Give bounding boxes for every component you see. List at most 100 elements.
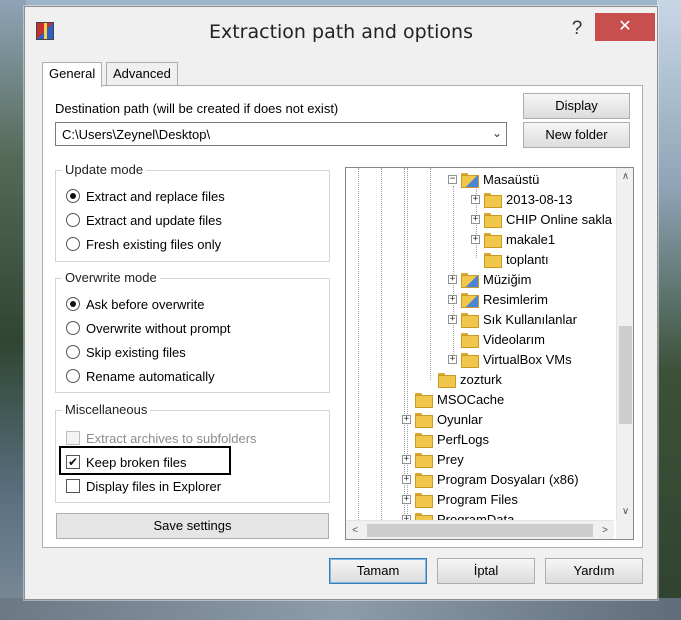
scroll-down-icon[interactable]: ∨ [617, 503, 633, 520]
overwrite-mode-title: Overwrite mode [62, 270, 160, 285]
folder-icon [415, 432, 433, 448]
update-mode-option[interactable]: Fresh existing files only [66, 234, 221, 254]
overwrite-mode-option[interactable]: Ask before overwrite [66, 294, 205, 314]
tree-item[interactable]: + CHIP Online sakla [471, 209, 612, 229]
radio-button[interactable] [66, 237, 80, 251]
option-label: Skip existing files [86, 344, 186, 360]
vertical-scrollbar[interactable]: ∧ ∨ [616, 168, 633, 520]
expand-icon[interactable]: + [402, 474, 411, 484]
radio-button[interactable] [66, 321, 80, 335]
update-mode-option[interactable]: Extract and replace files [66, 186, 225, 206]
tree-item[interactable]: + VirtualBox VMs [448, 349, 572, 369]
tree-item-label: ProgramData [437, 511, 515, 521]
horizontal-scroll-thumb[interactable] [367, 524, 593, 537]
tree-guide-line [430, 168, 431, 380]
tree-guide-line [358, 168, 359, 520]
tree-item[interactable]: toplantı [471, 249, 549, 269]
chevron-down-icon[interactable]: ⌄ [492, 126, 502, 140]
wallpaper-right [657, 0, 681, 620]
checkbox[interactable] [66, 479, 80, 493]
misc-option[interactable]: Keep broken files [66, 452, 186, 472]
close-button[interactable]: ✕ [595, 13, 655, 41]
checkbox[interactable] [66, 455, 80, 469]
tree-guide-line [381, 168, 382, 520]
horizontal-scrollbar[interactable]: < > [346, 520, 614, 539]
expand-icon[interactable]: + [471, 214, 480, 224]
radio-button[interactable] [66, 369, 80, 383]
tree-item-label: makale1 [506, 231, 556, 247]
scroll-right-icon[interactable]: > [596, 521, 614, 539]
expand-icon[interactable]: + [448, 274, 457, 284]
tab-advanced[interactable]: Advanced [106, 62, 178, 86]
overwrite-mode-option[interactable]: Rename automatically [66, 366, 215, 386]
tree-item-label: Resimlerim [483, 291, 548, 307]
tab-general[interactable]: General [42, 62, 103, 87]
destination-path-combobox[interactable]: C:\Users\Zeynel\Desktop\ ⌄ [55, 122, 507, 146]
radio-button[interactable] [66, 213, 80, 227]
folder-icon [415, 452, 433, 468]
title-bar[interactable]: Extraction path and options ? ✕ [25, 7, 657, 55]
folder-tree[interactable]: − Masaüstü + 2013-08-13 + CHIP Online sa… [345, 167, 634, 540]
update-mode-option[interactable]: Extract and update files [66, 210, 222, 230]
scroll-up-icon[interactable]: ∧ [617, 168, 633, 185]
pictures-folder-icon [461, 292, 479, 308]
option-label: Fresh existing files only [86, 236, 222, 252]
miscellaneous-group: Miscellaneous Extract archives to subfol… [55, 402, 330, 503]
tree-item[interactable]: + Resimlerim [448, 289, 548, 309]
option-label: Extract and replace files [86, 188, 225, 204]
wallpaper-left [0, 0, 26, 620]
tree-item[interactable]: + Müziğim [448, 269, 531, 289]
overwrite-mode-group: Overwrite mode Ask before overwrite Over… [55, 270, 330, 393]
expand-icon[interactable]: + [448, 354, 457, 364]
expand-icon[interactable]: + [448, 314, 457, 324]
tree-item-label: Masaüstü [483, 171, 540, 187]
tree-item[interactable]: + Sık Kullanılanlar [448, 309, 577, 329]
option-label: Extract archives to subfolders [86, 430, 257, 446]
display-button[interactable]: Display [523, 93, 630, 119]
desktop-folder-icon [461, 172, 479, 188]
new-folder-button[interactable]: New folder [523, 122, 630, 148]
radio-button[interactable] [66, 189, 80, 203]
option-label: Rename automatically [86, 368, 215, 384]
vertical-scroll-thumb[interactable] [619, 326, 632, 424]
scroll-corner [616, 520, 633, 539]
tree-item[interactable]: + Oyunlar [402, 409, 483, 429]
collapse-icon[interactable]: − [448, 174, 457, 184]
expand-icon[interactable]: + [448, 294, 457, 304]
cancel-button[interactable]: İptal [437, 558, 535, 584]
expand-icon[interactable]: + [471, 194, 480, 204]
expand-icon[interactable]: + [402, 414, 411, 424]
tree-item[interactable]: − Masaüstü [448, 169, 539, 189]
radio-button[interactable] [66, 297, 80, 311]
tree-item[interactable]: PerfLogs [402, 429, 489, 449]
general-panel: Destination path (will be created if doe… [42, 85, 643, 548]
option-label: Overwrite without prompt [86, 320, 231, 336]
overwrite-mode-option[interactable]: Overwrite without prompt [66, 318, 231, 338]
radio-button[interactable] [66, 345, 80, 359]
ok-button[interactable]: Tamam [329, 558, 427, 584]
help-icon[interactable]: ? [562, 17, 592, 41]
help-button[interactable]: Yardım [545, 558, 643, 584]
tree-item[interactable]: + Program Files [402, 489, 518, 509]
tree-item[interactable]: zozturk [425, 369, 502, 389]
misc-option[interactable]: Display files in Explorer [66, 476, 221, 496]
expand-icon[interactable]: + [402, 454, 411, 464]
tree-item-label: Program Dosyaları (x86) [437, 471, 579, 487]
expand-icon[interactable]: + [402, 494, 411, 504]
tree-item-label: zozturk [460, 371, 502, 387]
save-settings-button[interactable]: Save settings [56, 513, 329, 539]
folder-icon [484, 212, 502, 228]
tree-item[interactable]: + Program Dosyaları (x86) [402, 469, 579, 489]
expand-icon[interactable]: + [471, 234, 480, 244]
folder-icon [484, 192, 502, 208]
tree-item[interactable]: Videolarım [448, 329, 545, 349]
tree-item[interactable]: + ProgramData [402, 509, 514, 520]
tree-item-label: 2013-08-13 [506, 191, 573, 207]
tree-item[interactable]: + 2013-08-13 [471, 189, 573, 209]
tree-item[interactable]: MSOCache [402, 389, 504, 409]
folder-icon [415, 412, 433, 428]
scroll-left-icon[interactable]: < [346, 521, 364, 539]
tree-item[interactable]: + makale1 [471, 229, 555, 249]
overwrite-mode-option[interactable]: Skip existing files [66, 342, 186, 362]
tree-item[interactable]: + Prey [402, 449, 464, 469]
